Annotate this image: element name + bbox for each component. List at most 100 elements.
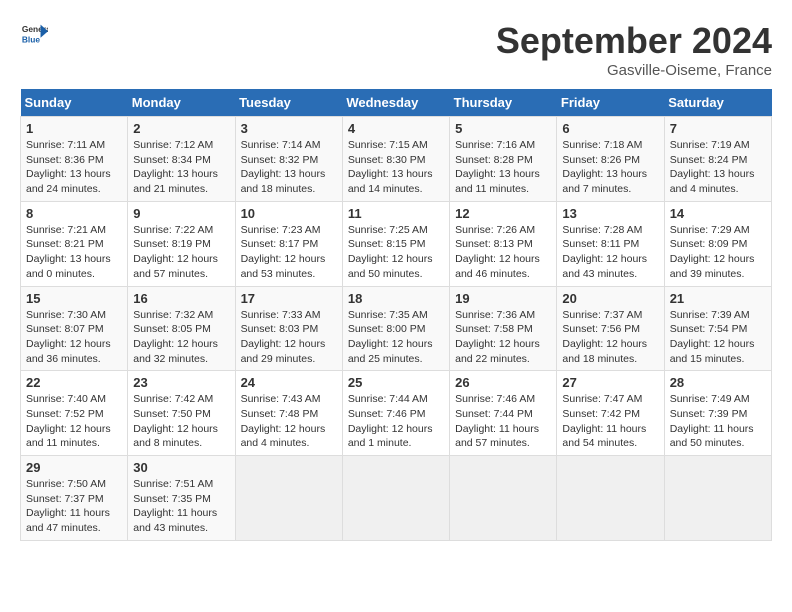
day-info: Sunrise: 7:36 AMSunset: 7:58 PMDaylight:… (455, 309, 540, 365)
calendar-cell: 10 Sunrise: 7:23 AMSunset: 8:17 PMDaylig… (235, 201, 342, 286)
day-number: 20 (562, 291, 658, 306)
day-info: Sunrise: 7:16 AMSunset: 8:28 PMDaylight:… (455, 139, 540, 195)
day-info: Sunrise: 7:46 AMSunset: 7:44 PMDaylight:… (455, 393, 539, 449)
title-section: September 2024 Gasville-Oiseme, France (496, 20, 772, 79)
month-title: September 2024 (496, 20, 772, 62)
day-info: Sunrise: 7:26 AMSunset: 8:13 PMDaylight:… (455, 224, 540, 280)
day-info: Sunrise: 7:51 AMSunset: 7:35 PMDaylight:… (133, 478, 217, 534)
calendar-cell: 19 Sunrise: 7:36 AMSunset: 7:58 PMDaylig… (450, 286, 557, 371)
col-thursday: Thursday (450, 89, 557, 117)
calendar-cell: 4 Sunrise: 7:15 AMSunset: 8:30 PMDayligh… (342, 117, 449, 202)
location-subtitle: Gasville-Oiseme, France (496, 62, 772, 79)
calendar-cell: 30 Sunrise: 7:51 AMSunset: 7:35 PMDaylig… (128, 456, 235, 541)
day-info: Sunrise: 7:50 AMSunset: 7:37 PMDaylight:… (26, 478, 110, 534)
day-info: Sunrise: 7:15 AMSunset: 8:30 PMDaylight:… (348, 139, 433, 195)
day-info: Sunrise: 7:33 AMSunset: 8:03 PMDaylight:… (241, 309, 326, 365)
day-number: 24 (241, 375, 337, 390)
calendar-cell: 14 Sunrise: 7:29 AMSunset: 8:09 PMDaylig… (664, 201, 771, 286)
svg-text:Blue: Blue (22, 34, 40, 44)
day-number: 14 (670, 206, 766, 221)
day-number: 19 (455, 291, 551, 306)
calendar-cell: 22 Sunrise: 7:40 AMSunset: 7:52 PMDaylig… (21, 371, 128, 456)
day-number: 7 (670, 121, 766, 136)
calendar-cell (450, 456, 557, 541)
calendar-cell: 7 Sunrise: 7:19 AMSunset: 8:24 PMDayligh… (664, 117, 771, 202)
col-monday: Monday (128, 89, 235, 117)
calendar-row: 8 Sunrise: 7:21 AMSunset: 8:21 PMDayligh… (21, 201, 772, 286)
day-info: Sunrise: 7:19 AMSunset: 8:24 PMDaylight:… (670, 139, 755, 195)
day-number: 6 (562, 121, 658, 136)
day-info: Sunrise: 7:35 AMSunset: 8:00 PMDaylight:… (348, 309, 433, 365)
day-number: 1 (26, 121, 122, 136)
calendar-cell: 13 Sunrise: 7:28 AMSunset: 8:11 PMDaylig… (557, 201, 664, 286)
calendar-row: 15 Sunrise: 7:30 AMSunset: 8:07 PMDaylig… (21, 286, 772, 371)
day-number: 8 (26, 206, 122, 221)
day-number: 30 (133, 460, 229, 475)
calendar-body: 1 Sunrise: 7:11 AMSunset: 8:36 PMDayligh… (21, 117, 772, 541)
calendar-cell (235, 456, 342, 541)
day-number: 9 (133, 206, 229, 221)
calendar-cell: 20 Sunrise: 7:37 AMSunset: 7:56 PMDaylig… (557, 286, 664, 371)
calendar-cell: 17 Sunrise: 7:33 AMSunset: 8:03 PMDaylig… (235, 286, 342, 371)
day-number: 27 (562, 375, 658, 390)
day-info: Sunrise: 7:49 AMSunset: 7:39 PMDaylight:… (670, 393, 754, 449)
calendar-row: 22 Sunrise: 7:40 AMSunset: 7:52 PMDaylig… (21, 371, 772, 456)
day-number: 12 (455, 206, 551, 221)
calendar-cell: 8 Sunrise: 7:21 AMSunset: 8:21 PMDayligh… (21, 201, 128, 286)
calendar-cell: 29 Sunrise: 7:50 AMSunset: 7:37 PMDaylig… (21, 456, 128, 541)
day-info: Sunrise: 7:42 AMSunset: 7:50 PMDaylight:… (133, 393, 218, 449)
calendar-cell (342, 456, 449, 541)
calendar-cell: 12 Sunrise: 7:26 AMSunset: 8:13 PMDaylig… (450, 201, 557, 286)
day-info: Sunrise: 7:25 AMSunset: 8:15 PMDaylight:… (348, 224, 433, 280)
calendar-cell: 28 Sunrise: 7:49 AMSunset: 7:39 PMDaylig… (664, 371, 771, 456)
day-info: Sunrise: 7:18 AMSunset: 8:26 PMDaylight:… (562, 139, 647, 195)
calendar-row: 1 Sunrise: 7:11 AMSunset: 8:36 PMDayligh… (21, 117, 772, 202)
day-number: 23 (133, 375, 229, 390)
calendar-cell: 27 Sunrise: 7:47 AMSunset: 7:42 PMDaylig… (557, 371, 664, 456)
logo: General Blue (20, 20, 48, 48)
calendar-cell: 23 Sunrise: 7:42 AMSunset: 7:50 PMDaylig… (128, 371, 235, 456)
day-info: Sunrise: 7:28 AMSunset: 8:11 PMDaylight:… (562, 224, 647, 280)
calendar-cell: 9 Sunrise: 7:22 AMSunset: 8:19 PMDayligh… (128, 201, 235, 286)
day-info: Sunrise: 7:23 AMSunset: 8:17 PMDaylight:… (241, 224, 326, 280)
calendar-row: 29 Sunrise: 7:50 AMSunset: 7:37 PMDaylig… (21, 456, 772, 541)
calendar-cell: 24 Sunrise: 7:43 AMSunset: 7:48 PMDaylig… (235, 371, 342, 456)
day-number: 17 (241, 291, 337, 306)
day-info: Sunrise: 7:43 AMSunset: 7:48 PMDaylight:… (241, 393, 326, 449)
day-info: Sunrise: 7:30 AMSunset: 8:07 PMDaylight:… (26, 309, 111, 365)
calendar-cell: 5 Sunrise: 7:16 AMSunset: 8:28 PMDayligh… (450, 117, 557, 202)
day-info: Sunrise: 7:12 AMSunset: 8:34 PMDaylight:… (133, 139, 218, 195)
col-saturday: Saturday (664, 89, 771, 117)
day-number: 4 (348, 121, 444, 136)
day-info: Sunrise: 7:37 AMSunset: 7:56 PMDaylight:… (562, 309, 647, 365)
day-number: 18 (348, 291, 444, 306)
day-info: Sunrise: 7:11 AMSunset: 8:36 PMDaylight:… (26, 139, 111, 195)
calendar-table: Sunday Monday Tuesday Wednesday Thursday… (20, 89, 772, 541)
day-number: 3 (241, 121, 337, 136)
day-number: 15 (26, 291, 122, 306)
day-number: 22 (26, 375, 122, 390)
col-tuesday: Tuesday (235, 89, 342, 117)
day-number: 28 (670, 375, 766, 390)
calendar-cell: 3 Sunrise: 7:14 AMSunset: 8:32 PMDayligh… (235, 117, 342, 202)
calendar-cell (557, 456, 664, 541)
day-number: 11 (348, 206, 444, 221)
calendar-cell (664, 456, 771, 541)
day-number: 26 (455, 375, 551, 390)
calendar-cell: 11 Sunrise: 7:25 AMSunset: 8:15 PMDaylig… (342, 201, 449, 286)
calendar-cell: 16 Sunrise: 7:32 AMSunset: 8:05 PMDaylig… (128, 286, 235, 371)
calendar-cell: 2 Sunrise: 7:12 AMSunset: 8:34 PMDayligh… (128, 117, 235, 202)
day-info: Sunrise: 7:44 AMSunset: 7:46 PMDaylight:… (348, 393, 433, 449)
day-number: 13 (562, 206, 658, 221)
header-row: Sunday Monday Tuesday Wednesday Thursday… (21, 89, 772, 117)
calendar-cell: 25 Sunrise: 7:44 AMSunset: 7:46 PMDaylig… (342, 371, 449, 456)
day-number: 10 (241, 206, 337, 221)
day-info: Sunrise: 7:39 AMSunset: 7:54 PMDaylight:… (670, 309, 755, 365)
calendar-cell: 18 Sunrise: 7:35 AMSunset: 8:00 PMDaylig… (342, 286, 449, 371)
day-info: Sunrise: 7:22 AMSunset: 8:19 PMDaylight:… (133, 224, 218, 280)
col-sunday: Sunday (21, 89, 128, 117)
calendar-cell: 26 Sunrise: 7:46 AMSunset: 7:44 PMDaylig… (450, 371, 557, 456)
logo-icon: General Blue (20, 20, 48, 48)
calendar-cell: 15 Sunrise: 7:30 AMSunset: 8:07 PMDaylig… (21, 286, 128, 371)
calendar-cell: 1 Sunrise: 7:11 AMSunset: 8:36 PMDayligh… (21, 117, 128, 202)
